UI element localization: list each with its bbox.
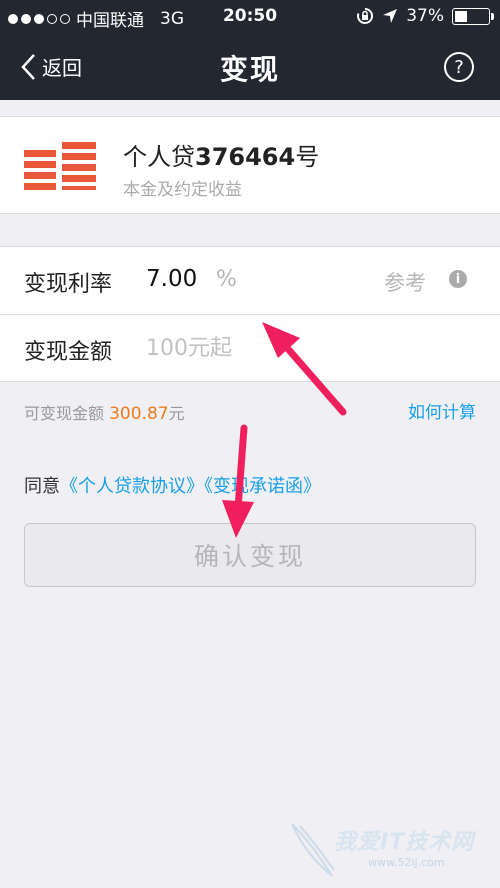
- watermark: 我爱IT技术网 www.52ij.com: [288, 820, 488, 880]
- product-name-suffix: 号: [295, 143, 320, 171]
- reference-label: 参考: [384, 271, 426, 295]
- available-value: 300.87: [109, 404, 169, 424]
- available-unit: 元: [168, 404, 185, 423]
- available-label: 可变现金额: [24, 404, 105, 423]
- info-icon[interactable]: i: [449, 270, 467, 288]
- rate-label: 变现利率: [24, 272, 113, 297]
- loan-agreement-link[interactable]: 《个人贷款协议》: [60, 476, 204, 497]
- how-to-calculate-link[interactable]: 如何计算: [408, 398, 476, 423]
- product-number: 376464: [195, 143, 296, 171]
- battery-icon: [452, 7, 494, 25]
- cashout-form: 变现利率 7.00 % 参考 i 变现金额: [0, 246, 500, 382]
- amount-row: 变现金额: [0, 315, 500, 382]
- product-name-prefix: 个人贷: [123, 143, 195, 171]
- product-bars-icon: [24, 142, 96, 190]
- rotation-lock-icon: [357, 7, 374, 24]
- nav-bar: 返回 变现 ?: [0, 34, 500, 100]
- status-bar: 中国联通 3G 20:50 37%: [0, 0, 500, 34]
- help-button[interactable]: ?: [444, 52, 474, 82]
- commitment-letter-link[interactable]: 《变现承诺函》: [204, 476, 321, 497]
- product-card: 个人贷376464号 本金及约定收益: [0, 116, 500, 214]
- page-title: 变现: [219, 53, 280, 86]
- confirm-cashout-button[interactable]: 确认变现: [24, 523, 476, 587]
- watermark-url: www.52ij.com: [368, 856, 445, 869]
- rate-value[interactable]: 7.00: [146, 266, 197, 292]
- agreement-prefix: 同意: [24, 476, 60, 497]
- rate-unit: %: [216, 267, 237, 292]
- amount-label: 变现金额: [24, 340, 113, 365]
- battery-percent: 37%: [406, 6, 444, 26]
- product-name: 个人贷376464号: [123, 137, 319, 172]
- status-right: 37%: [356, 6, 494, 26]
- watermark-text: 我爱IT技术网: [334, 830, 475, 855]
- help-icon: ?: [454, 56, 464, 78]
- amount-input[interactable]: [146, 331, 466, 365]
- product-subtitle: 本金及约定收益: [123, 180, 242, 200]
- rate-row: 变现利率 7.00 % 参考 i: [0, 247, 500, 314]
- agreement-line: 同意《个人贷款协议》《变现承诺函》: [24, 472, 321, 498]
- available-amount: 可变现金额 300.87元: [24, 400, 185, 424]
- location-arrow-icon: [383, 9, 398, 23]
